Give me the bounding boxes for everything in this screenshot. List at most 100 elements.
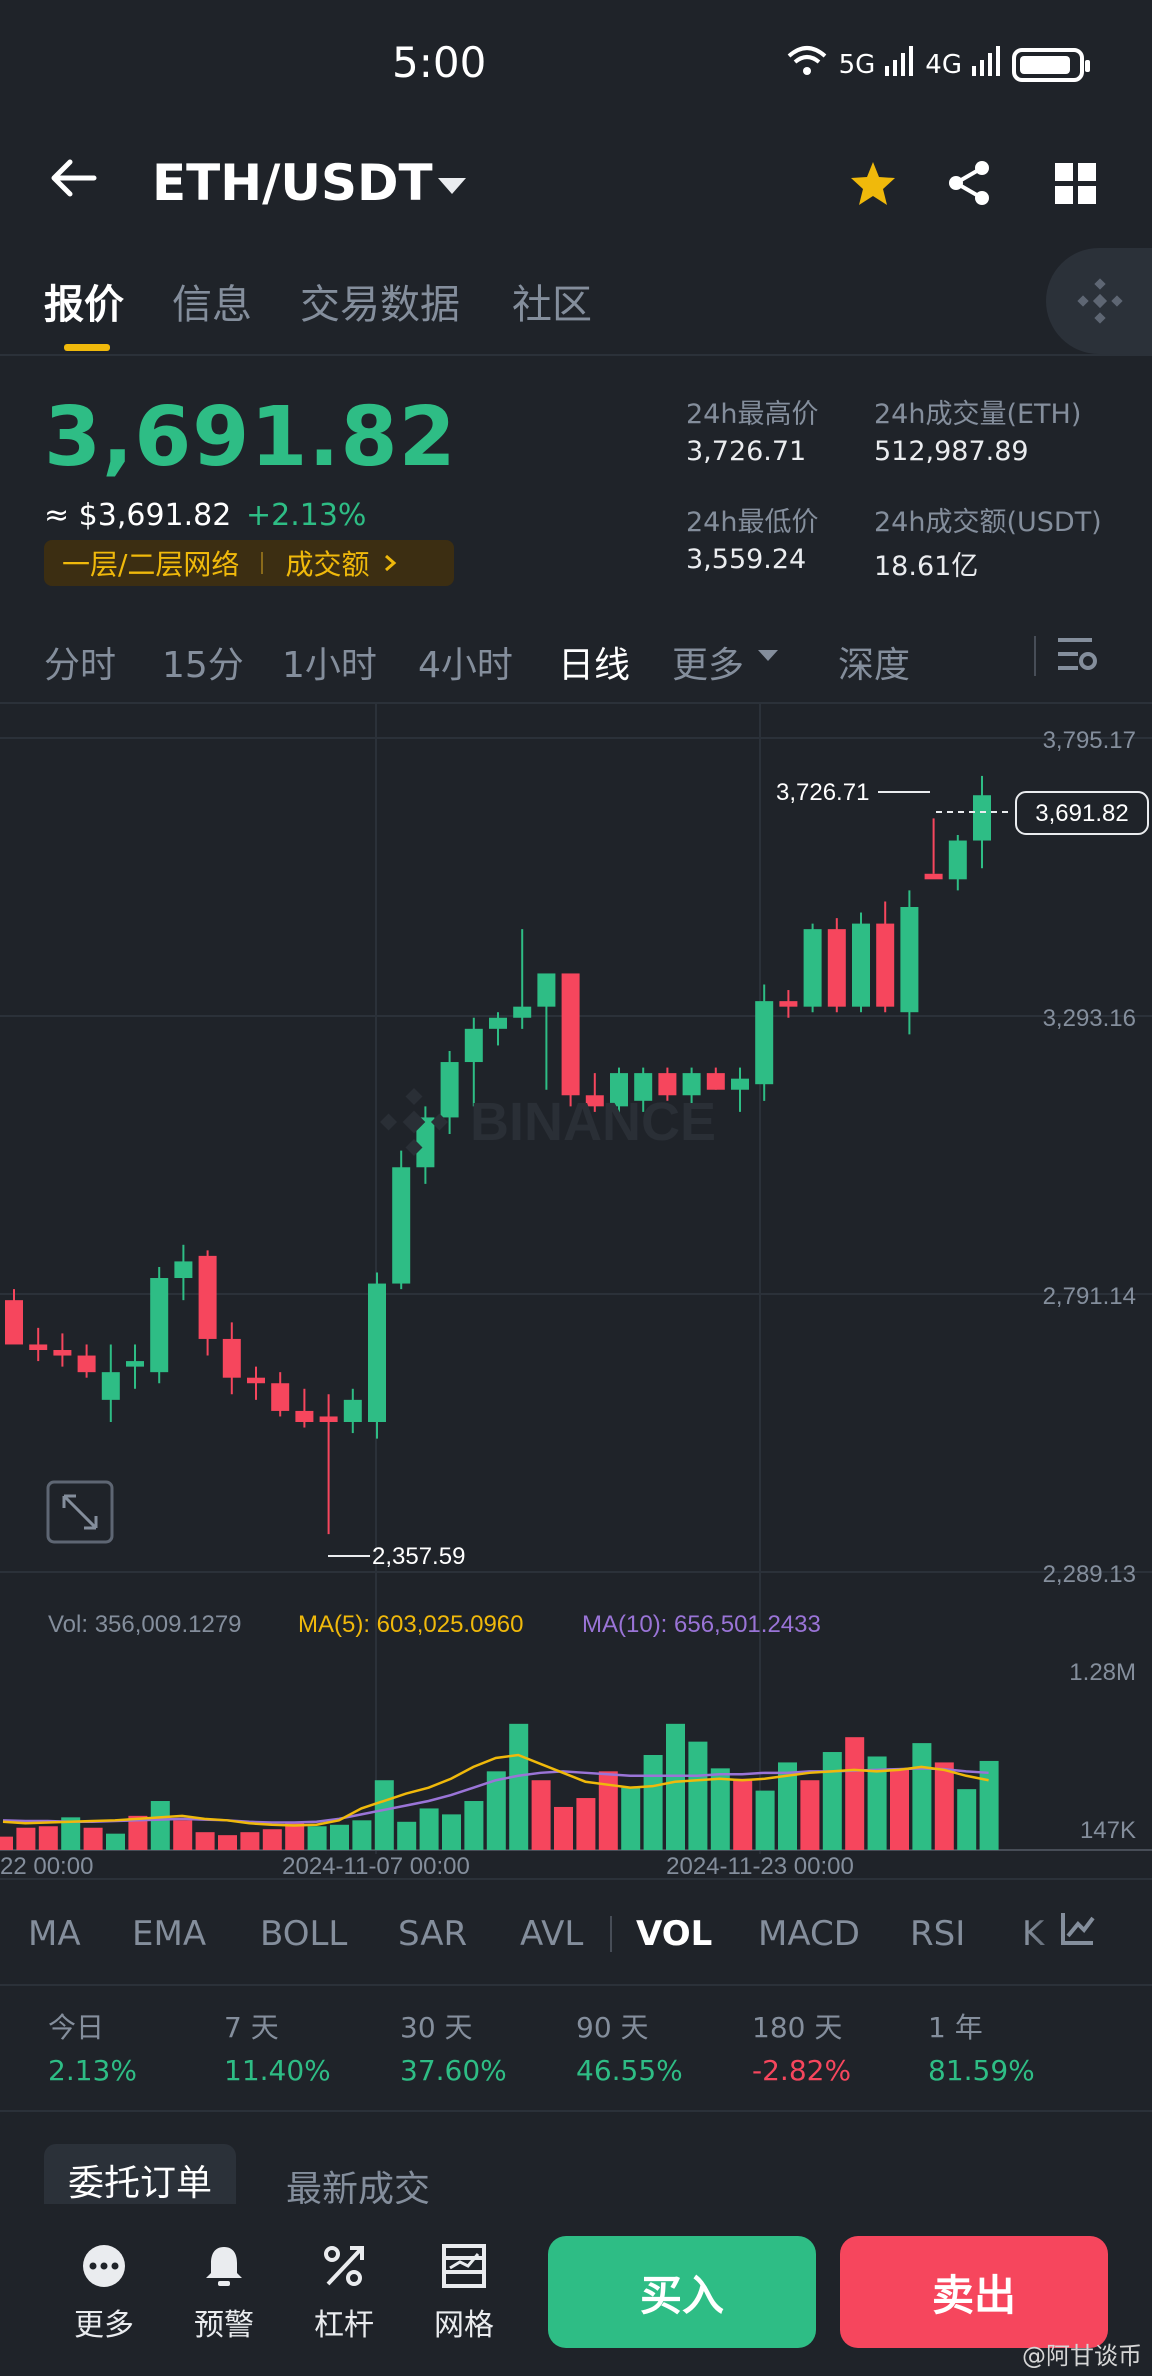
indicator-ma[interactable]: MA: [28, 1914, 81, 1954]
indicator-vol[interactable]: VOL: [636, 1914, 712, 1954]
tab-quote[interactable]: 报价: [44, 272, 124, 330]
volume-bar: [83, 1827, 103, 1850]
candle-body: [5, 1300, 23, 1345]
divider: [610, 1916, 612, 1952]
vol-tick-min: 147K: [1080, 1817, 1136, 1844]
tab-underline: [64, 344, 110, 351]
more-button[interactable]: 更多: [54, 2244, 154, 2344]
interval-15m[interactable]: 15分: [162, 636, 244, 688]
perf-label-7d: 7 天: [224, 2011, 279, 2044]
perf-value-30d: 37.60%: [400, 2054, 507, 2087]
candlestick-chart[interactable]: BINANCE 3,795.17 3,293.16 2,791.14 2,289…: [0, 704, 1152, 1878]
chevron-down-icon: [758, 650, 778, 661]
grid-icon[interactable]: [1055, 163, 1097, 209]
volume-bar: [755, 1790, 775, 1850]
share-icon[interactable]: [946, 160, 992, 210]
y-tick-label: 2,791.14: [1043, 1283, 1136, 1310]
indicator-sar[interactable]: SAR: [398, 1914, 467, 1954]
perf-value-7d: 11.40%: [224, 2054, 331, 2087]
volume-bar: [150, 1801, 170, 1850]
y-tick-label: 2,289.13: [1043, 1561, 1136, 1588]
perf-label-1y: 1 年: [928, 2011, 983, 2044]
volume-bar: [710, 1768, 730, 1850]
tab-community[interactable]: 社区: [512, 272, 592, 330]
perf-label-30d: 30 天: [400, 2011, 473, 2044]
stat-vol-eth-value: 512,987.89: [874, 436, 1029, 467]
candle-body: [101, 1372, 120, 1400]
chart-watermark: BINANCE: [470, 1092, 716, 1152]
candle-body: [440, 1062, 459, 1118]
indicator-ema[interactable]: EMA: [132, 1914, 206, 1954]
divider: [0, 1984, 1152, 1986]
signal-bars-icon: [885, 46, 915, 83]
candle-body: [174, 1261, 193, 1279]
volume-bar: [16, 1827, 36, 1850]
candle-body: [368, 1283, 386, 1423]
grid-trade-button[interactable]: 网格: [414, 2244, 514, 2344]
indicator-macd[interactable]: MACD: [758, 1914, 860, 1954]
tag-volume[interactable]: 成交额: [285, 543, 369, 583]
divider: [0, 2110, 1152, 2112]
volume-bar: [464, 1801, 484, 1850]
perf-value-1y: 81.59%: [928, 2054, 1035, 2087]
candle-body: [561, 973, 580, 1096]
interval-4h[interactable]: 4小时: [418, 636, 513, 688]
binance-float-button[interactable]: [1046, 248, 1152, 354]
leverage-button[interactable]: 杠杆: [294, 2244, 394, 2344]
volume-bar: [845, 1737, 865, 1850]
chevron-down-icon[interactable]: [438, 178, 466, 194]
candle-body: [876, 923, 895, 1007]
alert-label: 预警: [194, 2308, 254, 2343]
perf-value-today: 2.13%: [48, 2054, 137, 2087]
interval-depth[interactable]: 深度: [838, 636, 910, 688]
volume-bar: [979, 1760, 999, 1850]
candle-body: [827, 929, 846, 1007]
divider: [0, 1878, 1152, 1880]
tag-bar[interactable]: 一层/二层网络 成交额: [44, 540, 454, 586]
candle-body: [53, 1350, 72, 1356]
more-icon: [83, 2245, 125, 2287]
fullscreen-icon[interactable]: [46, 1480, 114, 1544]
indicator-settings-icon[interactable]: [1060, 1910, 1096, 1950]
last-price-box-label: 3,691.82: [1035, 800, 1128, 827]
x-tick-label: 22 00:00: [0, 1853, 93, 1878]
interval-time[interactable]: 分时: [44, 636, 116, 688]
interval-1d[interactable]: 日线: [558, 636, 630, 688]
indicator-boll[interactable]: BOLL: [260, 1914, 347, 1954]
pair-title[interactable]: ETH/USDT: [152, 154, 433, 212]
tab-info[interactable]: 信息: [172, 272, 252, 330]
volume-bar: [38, 1826, 58, 1850]
tag-network[interactable]: 一层/二层网络: [62, 543, 239, 583]
perf-value-90d: 46.55%: [576, 2054, 683, 2087]
candle-body: [295, 1410, 314, 1423]
volume-bar: [240, 1832, 260, 1850]
tab-trading-data[interactable]: 交易数据: [300, 272, 460, 330]
volume-bar: [285, 1823, 305, 1850]
interval-more[interactable]: 更多: [672, 636, 744, 688]
star-icon[interactable]: [848, 160, 898, 212]
candle-body: [924, 873, 943, 880]
volume-bar: [643, 1755, 663, 1850]
volume-bar: [890, 1769, 909, 1850]
status-icons: 5G 4G: [785, 44, 1090, 85]
leverage-icon: [324, 2246, 364, 2286]
indicator-rsi[interactable]: RSI: [910, 1914, 965, 1954]
volume-bar: [912, 1743, 932, 1850]
status-time: 5:00: [392, 38, 487, 87]
candle-body: [513, 1006, 532, 1018]
back-arrow-icon[interactable]: [48, 158, 98, 202]
grid-trade-label: 网格: [434, 2308, 494, 2343]
y-tick-label: 3,795.17: [1043, 727, 1136, 754]
sell-button[interactable]: 卖出: [840, 2236, 1108, 2348]
volume-bar: [934, 1762, 954, 1850]
bell-icon: [206, 2247, 242, 2286]
chart-settings-icon[interactable]: [1058, 636, 1098, 676]
perf-value-180d: -2.82%: [752, 2054, 852, 2087]
interval-1h[interactable]: 1小时: [282, 636, 377, 688]
indicator-avl[interactable]: AVL: [520, 1914, 583, 1954]
signal-4g: 4G: [925, 49, 962, 80]
candle-body: [319, 1416, 338, 1423]
wifi-icon: [785, 44, 829, 85]
buy-button[interactable]: 买入: [548, 2236, 816, 2348]
alert-button[interactable]: 预警: [174, 2244, 274, 2344]
